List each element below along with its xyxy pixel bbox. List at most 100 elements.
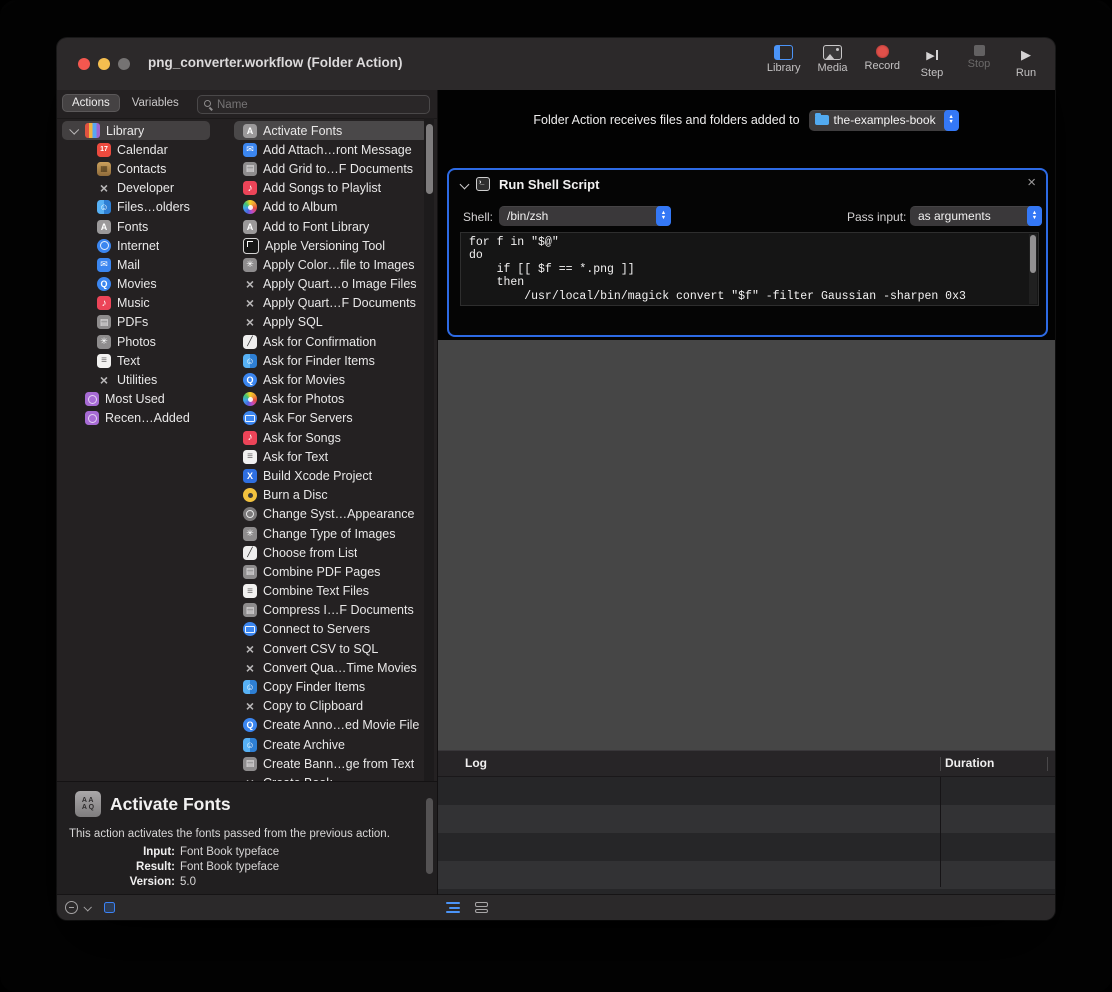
action-list-item[interactable]: Compress I…F Documents	[234, 601, 428, 620]
action-list-item[interactable]: Add Attach…ront Message	[234, 140, 428, 159]
action-list-item[interactable]: Add Songs to Playlist	[234, 179, 428, 198]
close-icon[interactable]: ×	[1027, 174, 1036, 192]
sidebar-item[interactable]: Files…olders	[57, 198, 230, 217]
sidebar-item[interactable]: Contacts	[57, 159, 230, 178]
tools-icon	[243, 296, 257, 310]
sidebar-item[interactable]: Recen…Added	[57, 409, 230, 428]
tab-variables[interactable]: Variables	[122, 94, 189, 112]
description-scrollbar-thumb[interactable]	[426, 798, 433, 874]
action-list-item[interactable]: Apply Color…file to Images	[234, 255, 428, 274]
remove-action-icon[interactable]	[65, 901, 78, 914]
shell-script-code[interactable]: for f in "$@" do if [[ $f == *.png ]] th…	[461, 233, 1038, 306]
close-window-icon[interactable]	[78, 58, 90, 70]
toolbar-button[interactable]: Record	[865, 45, 900, 79]
action-list-item[interactable]: Build Xcode Project	[234, 466, 428, 485]
sidebar-item[interactable]: Music	[57, 294, 230, 313]
action-list-item[interactable]: Activate Fonts	[234, 121, 428, 140]
action-list-item[interactable]: Convert CSV to SQL	[234, 639, 428, 658]
sidebar-item[interactable]: Most Used	[57, 390, 230, 409]
sidebar-item[interactable]: Internet	[57, 236, 230, 255]
sidebar-item[interactable]: Mail	[57, 255, 230, 274]
toolbar-button[interactable]: Step	[917, 45, 947, 79]
action-list-item[interactable]: Create Anno…ed Movie File	[234, 716, 428, 735]
action-list-item[interactable]: Ask for Finder Items	[234, 351, 428, 370]
fonts-icon	[243, 220, 257, 234]
action-list-item[interactable]: Ask for Text	[234, 447, 428, 466]
sidebar-item-library[interactable]: Library	[62, 121, 210, 140]
action-list-item[interactable]: Add to Font Library	[234, 217, 428, 236]
tab-actions[interactable]: Actions	[62, 94, 120, 112]
action-list-item[interactable]: Burn a Disc	[234, 486, 428, 505]
action-list-item[interactable]: Create Bann…ge from Text	[234, 754, 428, 773]
toolbar-button[interactable]: Library	[767, 45, 801, 79]
shell-popup[interactable]: /bin/zsh	[499, 206, 671, 226]
minimize-window-icon[interactable]	[98, 58, 110, 70]
action-list-item-label: Activate Fonts	[263, 124, 342, 138]
column-separator[interactable]	[1047, 757, 1048, 771]
zoom-window-icon[interactable]	[118, 58, 130, 70]
pane-divider[interactable]	[437, 90, 438, 895]
toolbar-button[interactable]: Media	[818, 45, 848, 79]
sidebar-item[interactable]: PDFs	[57, 313, 230, 332]
toolbar-button[interactable]: Stop	[964, 45, 994, 79]
actions-scrollbar-track[interactable]	[424, 118, 434, 782]
shell-script-editor[interactable]: for f in "$@" do if [[ $f == *.png ]] th…	[460, 232, 1039, 306]
sidebar-item[interactable]: Calendar	[57, 140, 230, 159]
folder-action-text: Folder Action receives files and folders…	[533, 113, 799, 127]
column-separator[interactable]	[940, 757, 941, 771]
block-title: Run Shell Script	[499, 177, 599, 192]
servers-icon	[243, 622, 257, 636]
sidebar-item[interactable]: Developer	[57, 179, 230, 198]
action-list-item[interactable]: Connect to Servers	[234, 620, 428, 639]
stack-view-icon[interactable]	[475, 902, 488, 913]
action-list-item[interactable]: Apply Quart…o Image Files	[234, 275, 428, 294]
sidebar-item-label: Text	[117, 354, 140, 368]
action-list-item[interactable]: Create Archive	[234, 735, 428, 754]
action-list-item-label: Add Grid to…F Documents	[263, 162, 413, 176]
search-field[interactable]	[197, 95, 430, 114]
list-view-icon[interactable]	[446, 902, 460, 913]
action-list-item[interactable]: Combine PDF Pages	[234, 562, 428, 581]
toolbar-button[interactable]: Run	[1011, 45, 1041, 79]
block-disclosure-icon[interactable]	[460, 180, 470, 190]
search-input[interactable]	[217, 99, 429, 111]
pdf-icon	[243, 565, 257, 579]
action-list-item[interactable]: Ask for Photos	[234, 390, 428, 409]
action-list-item[interactable]: Ask for Confirmation	[234, 332, 428, 351]
action-list-item[interactable]: Combine Text Files	[234, 582, 428, 601]
mail-icon	[97, 258, 111, 272]
photos-color-icon	[243, 200, 257, 214]
code-scrollbar-thumb[interactable]	[1030, 235, 1036, 273]
sidebar-item[interactable]: Text	[57, 351, 230, 370]
action-list-item[interactable]: Convert Qua…Time Movies	[234, 658, 428, 677]
disclosure-chevron-icon[interactable]	[69, 125, 79, 135]
sidebar-item[interactable]: Fonts	[57, 217, 230, 236]
action-list-item[interactable]: Copy to Clipboard	[234, 697, 428, 716]
sidebar-item-label: Internet	[117, 239, 159, 253]
action-list-item[interactable]: Change Syst…Appearance	[234, 505, 428, 524]
folder-popup[interactable]: the-examples-book	[809, 110, 959, 131]
action-list-item[interactable]: Ask for Movies	[234, 370, 428, 389]
xcode-icon	[243, 469, 257, 483]
sidebar-item[interactable]: Movies	[57, 275, 230, 294]
pass-input-popup[interactable]: as arguments	[910, 206, 1042, 226]
chevron-down-icon[interactable]	[83, 903, 91, 911]
sidebar-item[interactable]: Photos	[57, 332, 230, 351]
library-root-items: Most Used Recen…Added	[57, 390, 230, 428]
actions-scrollbar-thumb[interactable]	[426, 124, 433, 194]
sidebar-item[interactable]: Utilities	[57, 370, 230, 389]
action-list-item[interactable]: Ask for Songs	[234, 428, 428, 447]
action-list-item[interactable]: Apply Quart…F Documents	[234, 294, 428, 313]
internet-icon	[97, 239, 111, 253]
media-browser-icon[interactable]	[104, 902, 115, 913]
action-list-item[interactable]: Apply SQL	[234, 313, 428, 332]
action-list-item[interactable]: Add Grid to…F Documents	[234, 159, 428, 178]
action-list-item[interactable]: Choose from List	[234, 543, 428, 562]
action-list-item[interactable]: Apple Versioning Tool	[234, 236, 428, 255]
action-list-item[interactable]: Copy Finder Items	[234, 677, 428, 696]
titlebar: png_converter.workflow (Folder Action) L…	[57, 38, 1055, 91]
action-list-item[interactable]: Change Type of Images	[234, 524, 428, 543]
action-list-item[interactable]: Add to Album	[234, 198, 428, 217]
tools-icon	[243, 642, 257, 656]
action-list-item[interactable]: Ask For Servers	[234, 409, 428, 428]
